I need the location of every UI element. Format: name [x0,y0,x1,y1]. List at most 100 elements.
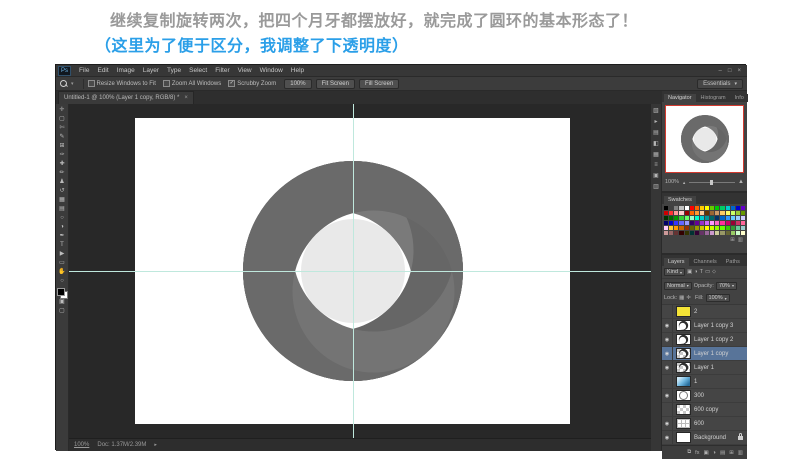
tool-icon-8[interactable]: ♟ [59,178,64,187]
collapsed-panel-icon-4[interactable]: ▦ [653,151,659,158]
group-icon[interactable]: ▤ [720,450,725,456]
layer-thumbnail[interactable] [676,306,691,317]
swatch[interactable] [731,231,735,235]
swatch[interactable] [690,211,694,215]
zoom-in-icon[interactable]: ▲ [738,179,744,185]
zoom-out-icon[interactable]: ▲ [682,180,686,185]
layer-thumbnail[interactable] [676,390,691,401]
layer-row[interactable]: ◉Layer 1 copy 3 [662,319,747,333]
swatch[interactable] [736,226,740,230]
swatch[interactable] [669,221,673,225]
tool-icon-9[interactable]: ↺ [59,187,64,196]
collapsed-panel-icon-1[interactable]: ▸ [654,118,657,125]
layer-row[interactable]: ◉Layer 1 copy [662,347,747,361]
swatch[interactable] [715,221,719,225]
horizontal-guide[interactable] [69,271,651,272]
swatch[interactable] [695,231,699,235]
tab-navigator[interactable]: Navigator [664,94,696,102]
swatch[interactable] [669,226,673,230]
document-tab[interactable]: Untitled-1 @ 100% (Layer 1 copy, RGB/8) … [58,91,194,104]
swatch[interactable] [674,211,678,215]
checkbox-scrubby-zoom[interactable]: ✓Scrubby Zoom [228,80,276,87]
menu-file[interactable]: File [75,67,93,74]
swatch[interactable] [715,226,719,230]
tab-histogram[interactable]: Histogram [697,94,730,102]
filter-icon-3[interactable]: ▭ [705,269,710,276]
filter-icon-0[interactable]: ▣ [687,269,692,276]
swatch[interactable] [679,226,683,230]
swatch[interactable] [679,211,683,215]
swatch[interactable] [715,206,719,210]
tool-icon-16[interactable]: ▶ [60,250,65,259]
swatch[interactable] [720,221,724,225]
filter-icon-2[interactable]: T [700,269,703,276]
new-layer-icon[interactable]: ⊞ [729,450,734,456]
tool-icon-15[interactable]: T [60,241,64,250]
swatch[interactable] [710,231,714,235]
layer-thumbnail[interactable] [676,404,691,415]
restore-icon[interactable]: □ [728,68,732,74]
tool-icon-11[interactable]: ▤ [59,205,65,214]
layer-thumbnail[interactable] [676,418,691,429]
layer-row[interactable]: ◉Layer 1 [662,361,747,375]
document-area[interactable] [69,104,651,438]
layer-thumbnail[interactable] [676,362,691,373]
zoom-tool-icon[interactable] [60,80,68,88]
swatch[interactable] [664,221,668,225]
swatch[interactable] [720,231,724,235]
tool-icon-19[interactable]: ○ [60,277,64,286]
menu-image[interactable]: Image [113,67,139,74]
layer-thumbnail[interactable] [676,376,691,387]
tool-icon-3[interactable]: ✎ [59,133,64,142]
swatch[interactable] [720,226,724,230]
swatch[interactable] [669,216,673,220]
swatch[interactable] [695,226,699,230]
layer-thumbnail[interactable] [676,334,691,345]
zoom-level-field[interactable]: 100% [74,442,89,448]
collapsed-panel-icon-5[interactable]: ≡ [654,162,658,168]
swatch[interactable] [685,216,689,220]
swatch[interactable] [700,216,704,220]
tool-icon-14[interactable]: ✒ [59,232,64,241]
swatch[interactable] [664,206,668,210]
swatch[interactable] [726,226,730,230]
collapsed-panel-icon-7[interactable]: ▥ [653,183,659,190]
swatch[interactable] [726,221,730,225]
delete-layer-icon[interactable]: ▥ [738,450,743,456]
swatch[interactable] [664,211,668,215]
tool-icon-13[interactable]: ◑ [60,223,64,232]
collapsed-panel-icon-0[interactable]: ▧ [653,107,659,114]
tool-icon-17[interactable]: ▭ [59,259,65,268]
swatch[interactable] [731,211,735,215]
tool-icon-18[interactable]: ✋ [58,268,65,277]
swatch[interactable] [700,231,704,235]
menu-select[interactable]: Select [185,67,211,74]
menu-type[interactable]: Type [163,67,185,74]
tab-info[interactable]: Info [731,94,748,102]
swatch[interactable] [669,211,673,215]
swatch[interactable] [685,221,689,225]
swatch[interactable] [726,231,730,235]
eye-icon[interactable]: ◉ [662,347,673,360]
eye-icon[interactable]: ◉ [662,361,673,374]
swatch[interactable] [741,221,745,225]
checkbox-box-icon[interactable]: ✓ [228,80,235,87]
menu-filter[interactable]: Filter [211,67,233,74]
swatch[interactable] [710,206,714,210]
swatch[interactable] [664,231,668,235]
menu-layer[interactable]: Layer [139,67,163,74]
foreground-background-colors[interactable] [57,288,67,298]
swatch[interactable] [705,216,709,220]
navigator-zoom-value[interactable]: 100% [665,179,679,185]
swatch[interactable] [685,231,689,235]
swatch[interactable] [669,231,673,235]
swatch[interactable] [736,216,740,220]
layer-row[interactable]: ◉Background [662,431,747,445]
tool-icon-2[interactable]: ✄ [59,124,64,133]
collapsed-panel-icon-6[interactable]: ▣ [653,172,659,179]
swatch[interactable] [669,206,673,210]
eye-icon[interactable] [662,403,673,416]
adjustment-layer-icon[interactable]: ◑ [713,450,716,456]
eye-icon[interactable]: ◉ [662,319,673,332]
swatch[interactable] [685,226,689,230]
